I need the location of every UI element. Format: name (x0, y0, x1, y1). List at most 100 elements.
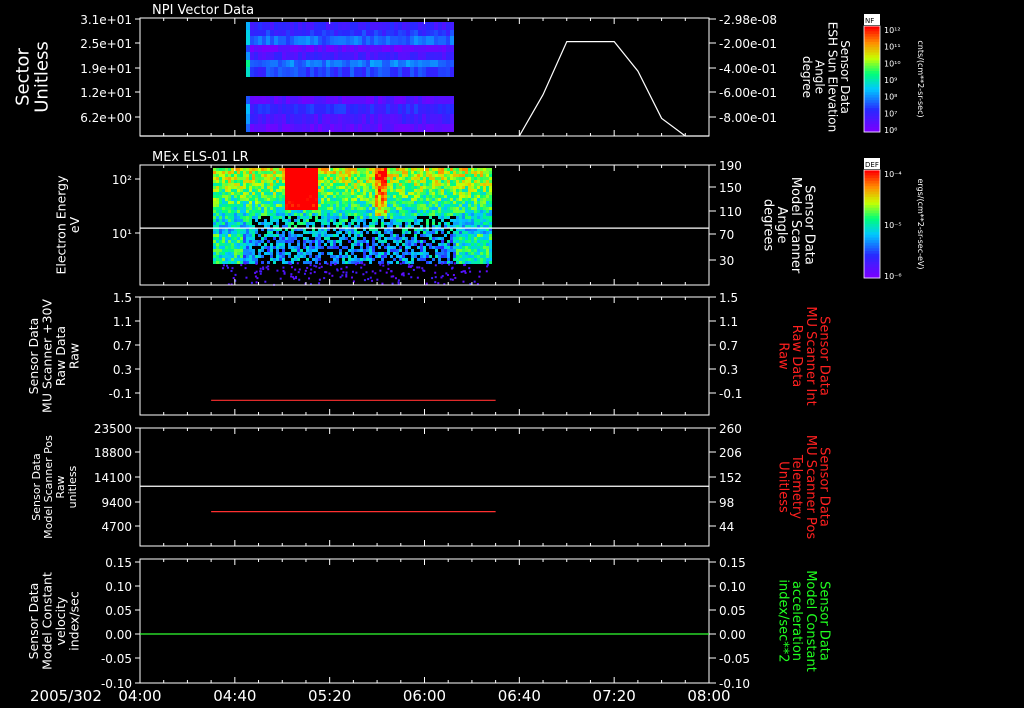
heatmap-cell (398, 22, 402, 30)
heatmap-cell (438, 222, 441, 225)
heatmap-cell (372, 249, 375, 252)
heatmap-cell (358, 104, 362, 114)
heatmap-cell (414, 174, 417, 177)
heatmap-cell (309, 201, 312, 204)
heatmap-cell (372, 246, 375, 249)
x-tick-label: 06:00 (403, 687, 446, 705)
heatmap-cell (309, 243, 312, 246)
heatmap-cell (237, 195, 240, 198)
heatmap-cell (363, 168, 366, 171)
noise-dot (320, 265, 323, 268)
heatmap-cell (270, 213, 273, 216)
heatmap-cell (315, 234, 318, 237)
heatmap-cell (339, 204, 342, 207)
heatmap-cell (483, 174, 486, 177)
noise-dot (385, 271, 388, 274)
heatmap-cell (418, 60, 422, 67)
heatmap-cell (327, 204, 330, 207)
heatmap-cell (438, 225, 441, 228)
heatmap-cell (288, 183, 291, 186)
right-axis-label: index/sec**2 (776, 579, 791, 662)
heatmap-cell (477, 216, 480, 219)
heatmap-cell (213, 243, 216, 246)
heatmap-cell (312, 213, 315, 216)
heatmap-cell (402, 189, 405, 192)
heatmap-cell (410, 30, 414, 36)
heatmap-cell (338, 30, 342, 36)
heatmap-cell (405, 213, 408, 216)
heatmap-cell (330, 204, 333, 207)
heatmap-cell (285, 240, 288, 243)
heatmap-cell (483, 183, 486, 186)
heatmap-cell (474, 240, 477, 243)
heatmap-cell (278, 96, 282, 104)
heatmap-cell (486, 168, 489, 171)
heatmap-cell (434, 124, 438, 132)
heatmap-cell (486, 231, 489, 234)
heatmap-cell (231, 261, 234, 264)
left-tick-label: 0.3 (113, 363, 132, 377)
heatmap-cell (330, 207, 333, 210)
heatmap-cell (282, 225, 285, 228)
heatmap-cell (261, 210, 264, 213)
heatmap-cell (345, 204, 348, 207)
heatmap-cell (456, 252, 459, 255)
x-tick-label: 06:40 (498, 687, 541, 705)
heatmap-cell (255, 207, 258, 210)
heatmap-cell (264, 195, 267, 198)
heatmap-cell (291, 210, 294, 213)
heatmap-cell (262, 67, 266, 77)
noise-dot (306, 266, 309, 269)
heatmap-cell (486, 189, 489, 192)
heatmap-cell (264, 192, 267, 195)
heatmap-cell (294, 195, 297, 198)
heatmap-cell (435, 225, 438, 228)
heatmap-cell (483, 234, 486, 237)
heatmap-cell (294, 168, 297, 171)
heatmap-cell (387, 168, 390, 171)
heatmap-cell (459, 219, 462, 222)
heatmap-cell (306, 171, 309, 174)
heatmap-cell (321, 198, 324, 201)
heatmap-cell (417, 258, 420, 261)
heatmap-cell (381, 180, 384, 183)
heatmap-cell (474, 201, 477, 204)
heatmap-cell (237, 204, 240, 207)
heatmap-cell (474, 195, 477, 198)
heatmap-cell (418, 124, 422, 132)
heatmap-cell (302, 52, 306, 60)
heatmap-cell (430, 36, 434, 45)
heatmap-cell (483, 243, 486, 246)
heatmap-cell (345, 171, 348, 174)
heatmap-cell (426, 30, 430, 36)
heatmap-cell (321, 222, 324, 225)
heatmap-cell (434, 30, 438, 36)
noise-dot (462, 280, 465, 283)
heatmap-cell (303, 192, 306, 195)
heatmap-cell (338, 36, 342, 45)
heatmap-cell (372, 201, 375, 204)
heatmap-cell (261, 192, 264, 195)
heatmap-cell (417, 192, 420, 195)
heatmap-cell (216, 255, 219, 258)
heatmap-cell (258, 67, 262, 77)
heatmap-cell (480, 207, 483, 210)
heatmap-cell (234, 246, 237, 249)
noise-dot (315, 265, 318, 268)
heatmap-cell (480, 192, 483, 195)
panel-title: MEx ELS-01 LR (152, 150, 249, 165)
noise-dot (290, 275, 293, 278)
heatmap-cell (414, 36, 418, 45)
heatmap-cell (375, 231, 378, 234)
heatmap-cell (255, 198, 258, 201)
heatmap-cell (297, 201, 300, 204)
heatmap-cell (438, 189, 441, 192)
heatmap-cell (462, 252, 465, 255)
heatmap-cell (237, 174, 240, 177)
heatmap-cell (279, 243, 282, 246)
heatmap-cell (480, 249, 483, 252)
panel-frame (139, 296, 710, 416)
heatmap-cell (297, 210, 300, 213)
heatmap-cell (360, 249, 363, 252)
heatmap-cell (381, 198, 384, 201)
